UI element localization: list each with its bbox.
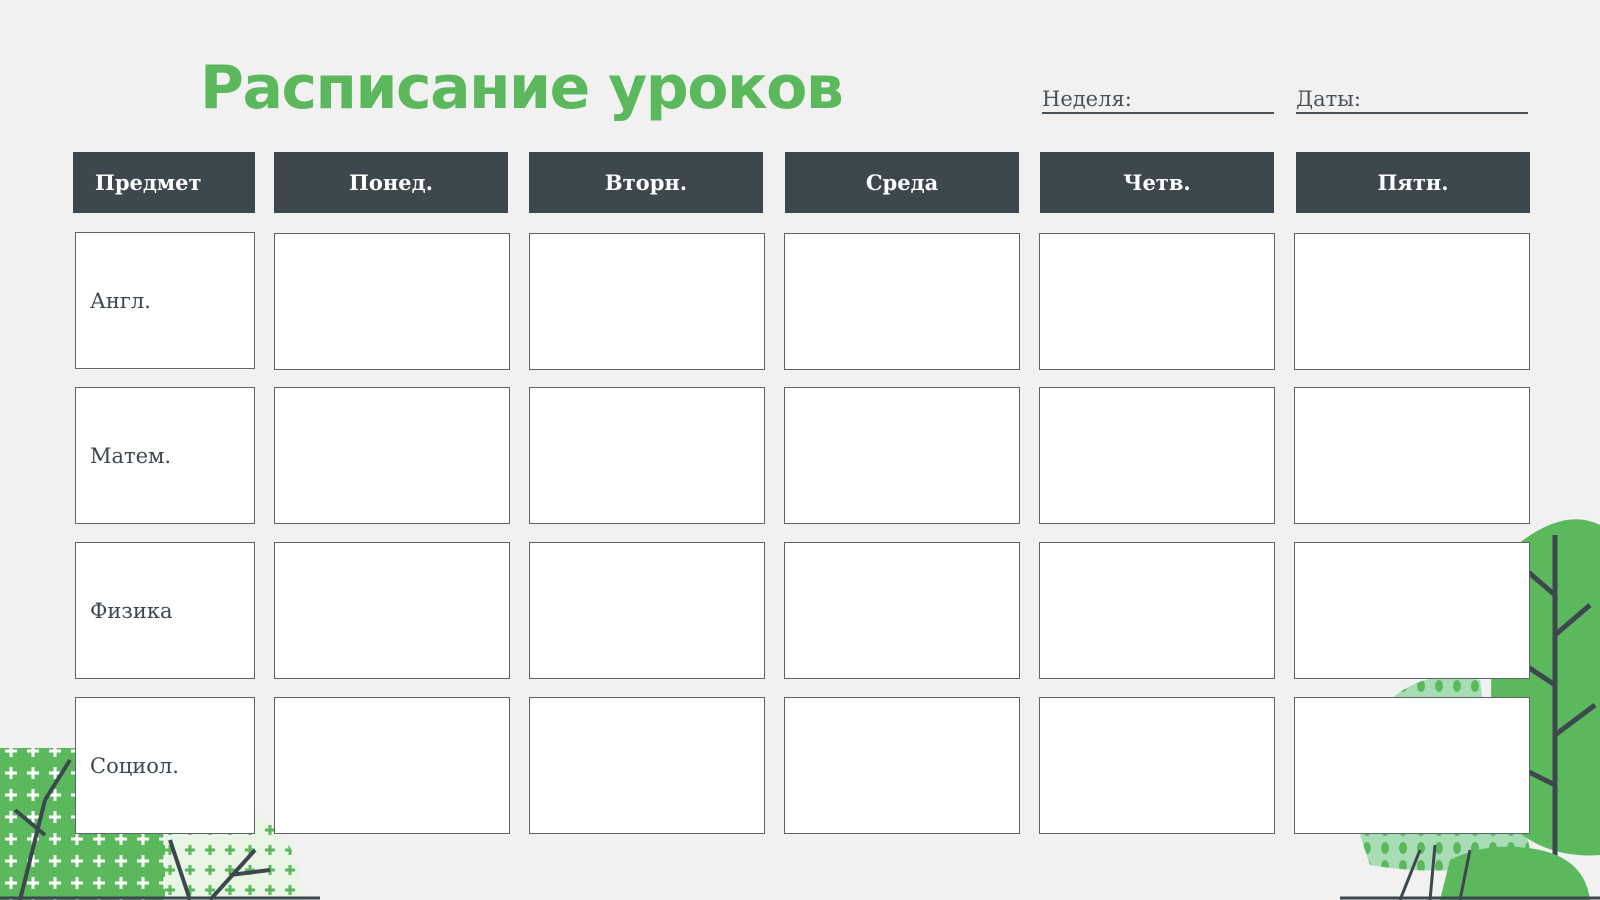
schedule-cell[interactable] [529,697,765,834]
schedule-cell[interactable] [529,233,765,370]
schedule-cell[interactable] [1039,387,1275,524]
header-thursday: Четв. [1040,152,1274,213]
schedule-cell[interactable] [1039,542,1275,679]
schedule-cell[interactable] [1294,697,1530,834]
week-field[interactable]: Неделя: [1042,86,1274,114]
schedule-cell[interactable] [1294,233,1530,370]
schedule-cell[interactable] [784,542,1020,679]
subject-cell-math: Матем. [75,387,255,524]
schedule-cell[interactable] [274,697,510,834]
header-friday: Пятн. [1296,152,1530,213]
header-monday: Понед. [274,152,508,213]
subject-cell-english: Англ. [75,232,255,369]
dates-field[interactable]: Даты: [1296,86,1528,114]
page-title: Расписание уроков [200,53,844,123]
schedule-cell[interactable] [274,233,510,370]
schedule-cell[interactable] [784,387,1020,524]
schedule-cell[interactable] [274,542,510,679]
schedule-cell[interactable] [1294,387,1530,524]
schedule-cell[interactable] [1039,233,1275,370]
schedule-cell[interactable] [1294,542,1530,679]
header-tuesday: Вторн. [529,152,763,213]
header-wednesday: Среда [785,152,1019,213]
subject-cell-physics: Физика [75,542,255,679]
schedule-cell[interactable] [784,233,1020,370]
schedule-cell[interactable] [274,387,510,524]
schedule-cell[interactable] [1039,697,1275,834]
schedule-cell[interactable] [784,697,1020,834]
header-subject: Предмет [73,152,255,213]
subject-cell-sociology: Социол. [75,697,255,834]
schedule-cell[interactable] [529,542,765,679]
schedule-cell[interactable] [529,387,765,524]
